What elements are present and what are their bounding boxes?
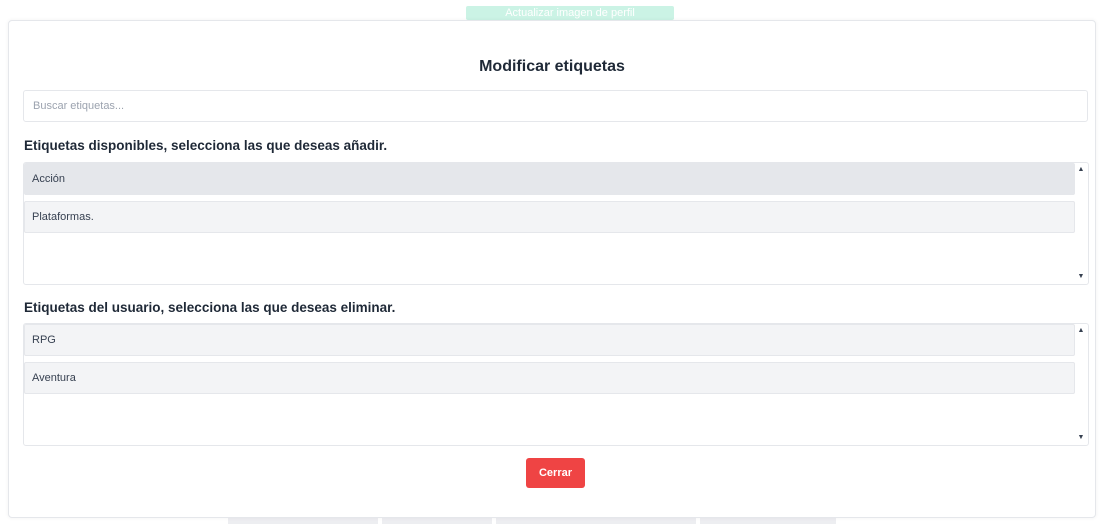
background-footer-strip	[0, 518, 1101, 524]
available-tag-item[interactable]: Plataformas.	[24, 201, 1075, 233]
modify-tags-modal: Modificar etiquetas Etiquetas disponible…	[8, 20, 1096, 518]
background-footer-element	[228, 518, 378, 524]
close-button[interactable]: Cerrar	[526, 458, 585, 488]
available-tag-item[interactable]: Acción	[24, 163, 1075, 195]
user-tags-list[interactable]: RPG Aventura ▲ ▼	[23, 323, 1089, 446]
scroll-down-arrow-icon[interactable]: ▼	[1075, 272, 1087, 282]
scroll-up-arrow-icon[interactable]: ▲	[1075, 165, 1087, 175]
available-tags-list[interactable]: Acción Plataformas. ▲ ▼	[23, 162, 1089, 285]
background-footer-element	[496, 518, 696, 524]
background-update-profile-image-button: Actualizar imagen de perfil	[466, 6, 674, 20]
available-tags-heading: Etiquetas disponibles, selecciona las qu…	[24, 138, 388, 153]
background-footer-element	[382, 518, 492, 524]
search-tags-input[interactable]	[23, 90, 1088, 122]
user-tags-heading: Etiquetas del usuario, selecciona las qu…	[24, 300, 396, 315]
scroll-down-arrow-icon[interactable]: ▼	[1075, 433, 1087, 443]
user-tag-item[interactable]: Aventura	[24, 362, 1075, 394]
modal-title: Modificar etiquetas	[479, 58, 625, 75]
background-footer-element	[700, 518, 836, 524]
user-tag-item[interactable]: RPG	[24, 324, 1075, 356]
scroll-up-arrow-icon[interactable]: ▲	[1075, 326, 1087, 336]
